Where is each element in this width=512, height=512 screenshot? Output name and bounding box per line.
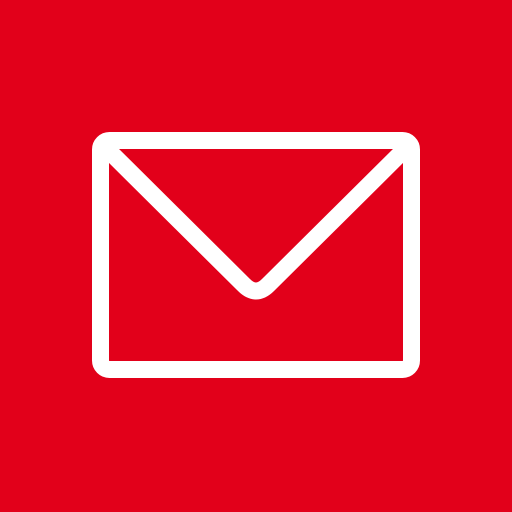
mail-app-icon[interactable] [0, 0, 512, 512]
envelope-icon [92, 132, 420, 378]
envelope-body [92, 132, 420, 378]
envelope-flap [101, 143, 411, 300]
